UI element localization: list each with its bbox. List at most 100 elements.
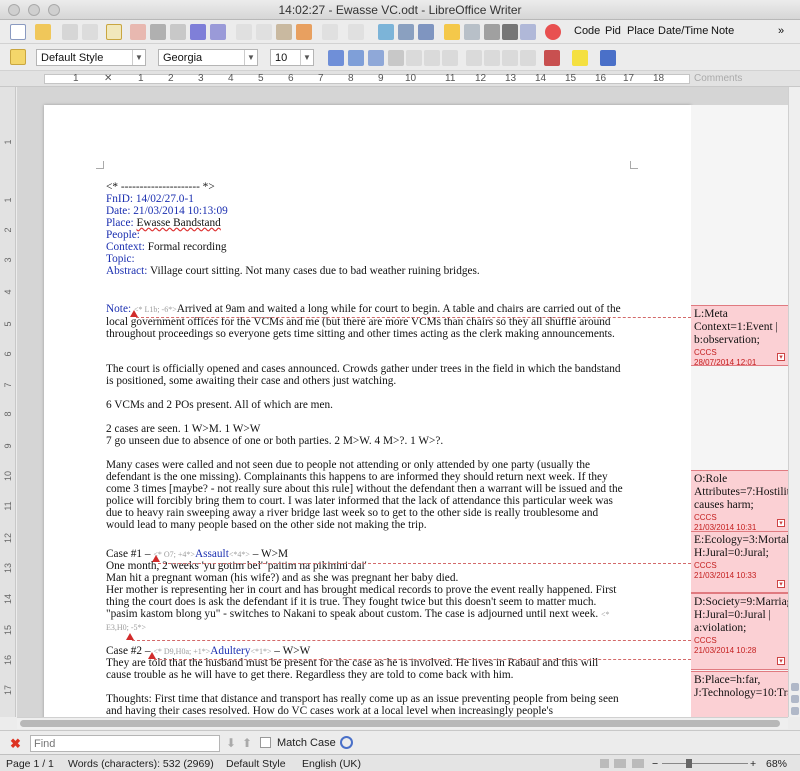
export-pdf-icon[interactable]	[130, 24, 146, 40]
document-workspace[interactable]: <* --------------------- *> FnID: 14/02/…	[17, 87, 788, 717]
image-icon[interactable]	[418, 24, 434, 40]
print-preview-icon[interactable]	[170, 24, 186, 40]
save-icon[interactable]	[62, 24, 78, 40]
justify-icon[interactable]	[442, 50, 458, 66]
hyperlink-icon[interactable]	[378, 24, 394, 40]
zoom-slider[interactable]	[662, 763, 748, 764]
copy-icon[interactable]	[256, 24, 272, 40]
decrease-indent-icon[interactable]	[502, 50, 518, 66]
navigation-icon[interactable]	[791, 695, 799, 703]
background-color-icon[interactable]	[600, 50, 616, 66]
table-icon[interactable]	[398, 24, 414, 40]
print-icon[interactable]	[150, 24, 166, 40]
comment-box[interactable]: D:Society=9:Marriage, H:Jural=0:Jural | …	[691, 593, 788, 670]
comment-menu-button[interactable]: ▾	[777, 353, 785, 361]
zoom-slider-handle[interactable]	[686, 759, 692, 768]
toolbar-overflow-button[interactable]: »	[778, 25, 784, 37]
menu-note[interactable]: Note	[711, 25, 734, 37]
datasource-icon[interactable]	[484, 24, 500, 40]
increase-indent-icon[interactable]	[520, 50, 536, 66]
case1-prefix: Case #1 –	[106, 548, 151, 560]
comment-anchor[interactable]	[148, 652, 156, 659]
case1-line2: Man hit a pregnant woman (his wife?) and…	[106, 572, 459, 584]
comment-menu-button[interactable]: ▾	[777, 580, 785, 588]
zoom-in-icon[interactable]: +	[750, 758, 756, 770]
comment-anchor[interactable]	[152, 555, 160, 562]
bullets-icon[interactable]	[484, 50, 500, 66]
align-left-icon[interactable]	[388, 50, 404, 66]
vruler-number: 9	[3, 443, 13, 449]
vertical-ruler[interactable]: 1 1 2 3 4 5 6 7 8 9 10 11 12 13 14 15 16…	[0, 87, 16, 717]
match-case-checkbox[interactable]	[260, 737, 271, 748]
help-icon[interactable]	[545, 24, 561, 40]
comment-box[interactable]: B:Place=h:far, J:Technology=10:Transport…	[691, 671, 788, 717]
paste-icon[interactable]	[276, 24, 292, 40]
paragraph-style-select[interactable]: Default Style ▼	[36, 49, 146, 66]
comment-anchor[interactable]	[126, 633, 134, 640]
vertical-scrollbar[interactable]	[788, 87, 800, 717]
case2-prefix: Case #2 –	[106, 645, 151, 657]
menu-date-time[interactable]: Date/Time	[658, 25, 708, 37]
ruler-number: 10	[405, 73, 417, 84]
ruler-number: 4	[228, 73, 234, 84]
new-document-icon[interactable]	[10, 24, 26, 40]
book-view-icon[interactable]	[632, 759, 644, 768]
font-name-select[interactable]: Georgia ▼	[158, 49, 258, 66]
page-corner-mark	[96, 161, 104, 169]
comment-box[interactable]: O:Role Attributes=7:Hostility causes har…	[691, 470, 788, 532]
open-folder-icon[interactable]	[35, 24, 51, 40]
topic-label: Topic:	[106, 253, 135, 265]
single-page-view-icon[interactable]	[600, 759, 609, 768]
ruler-tab-marker[interactable]: ✕	[104, 73, 112, 84]
menu-code[interactable]: Code	[574, 25, 600, 37]
underline-icon[interactable]	[368, 50, 384, 66]
find-previous-icon[interactable]: ⬇	[226, 736, 236, 750]
undo-icon[interactable]	[322, 24, 338, 40]
multi-page-view-icon[interactable]	[614, 759, 626, 768]
menu-place[interactable]: Place	[627, 25, 655, 37]
font-size-select[interactable]: 10 ▼	[270, 49, 314, 66]
horizontal-ruler[interactable]: 1 ✕ 1 2 3 4 5 6 7 8 9 10 11 12 13 14 15 …	[0, 71, 800, 87]
bold-icon[interactable]	[328, 50, 344, 66]
edit-mode-icon[interactable]	[106, 24, 122, 40]
redo-icon[interactable]	[348, 24, 364, 40]
find-input[interactable]	[30, 735, 220, 752]
menu-pid[interactable]: Pid	[605, 25, 621, 37]
gallery-icon[interactable]	[464, 24, 480, 40]
comment-anchor[interactable]	[130, 310, 138, 317]
next-page-icon[interactable]	[791, 707, 799, 715]
find-replace-icon[interactable]	[340, 736, 353, 749]
horizontal-scrollbar[interactable]	[17, 717, 788, 729]
scroll-thumb[interactable]	[20, 720, 780, 727]
zoom-icon[interactable]	[520, 24, 536, 40]
italic-icon[interactable]	[348, 50, 364, 66]
styles-icon[interactable]	[10, 49, 26, 65]
autospell-icon[interactable]	[210, 24, 226, 40]
language[interactable]: English (UK)	[302, 758, 361, 770]
zoom-out-icon[interactable]: −	[652, 758, 658, 770]
cut-icon[interactable]	[236, 24, 252, 40]
document-page[interactable]: <* --------------------- *> FnID: 14/02/…	[44, 105, 691, 717]
page-style[interactable]: Default Style	[226, 758, 286, 770]
comment-menu-button[interactable]: ▾	[777, 519, 785, 527]
email-icon[interactable]	[82, 24, 98, 40]
navigator-icon[interactable]	[444, 24, 460, 40]
spellcheck-icon[interactable]	[190, 24, 206, 40]
numbering-icon[interactable]	[466, 50, 482, 66]
comment-menu-button[interactable]: ▾	[777, 657, 785, 665]
comment-box[interactable]: L:Meta Context=1:Event | b:observation; …	[691, 305, 788, 366]
align-right-icon[interactable]	[424, 50, 440, 66]
prev-page-icon[interactable]	[791, 683, 799, 691]
clone-formatting-icon[interactable]	[296, 24, 312, 40]
page-corner-mark	[630, 161, 638, 169]
formatting-marks-icon[interactable]	[502, 24, 518, 40]
zoom-level[interactable]: 68%	[766, 758, 787, 770]
close-icon[interactable]: ✖	[10, 736, 21, 752]
comment-box[interactable]: E:Ecology=3:Mortality, H:Jural=0:Jural; …	[691, 531, 788, 593]
highlight-icon[interactable]	[572, 50, 588, 66]
comment-text: E:Ecology=3:Mortality, H:Jural=0:Jural;	[694, 534, 788, 559]
font-color-icon[interactable]	[544, 50, 560, 66]
find-next-icon[interactable]: ⬆	[242, 736, 252, 750]
ruler-number: 8	[348, 73, 354, 84]
align-center-icon[interactable]	[406, 50, 422, 66]
